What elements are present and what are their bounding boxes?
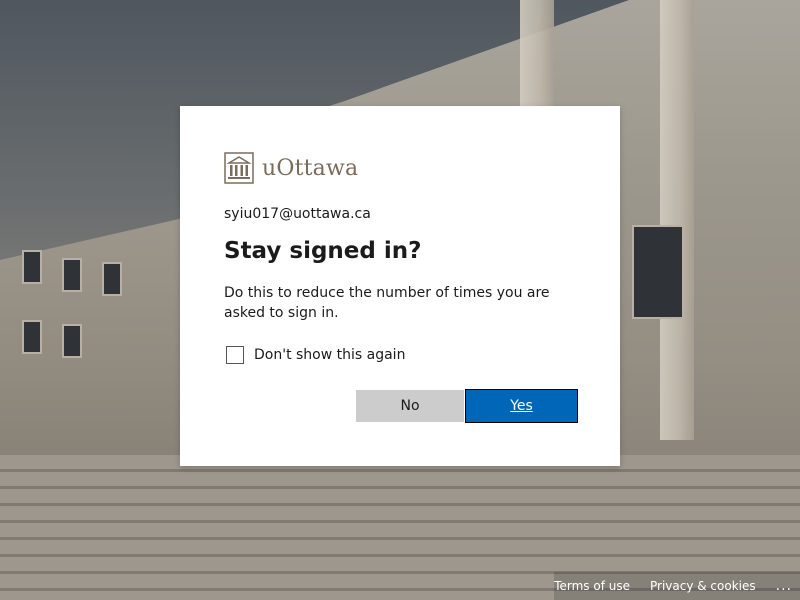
- ellipsis-icon[interactable]: ...: [776, 578, 792, 594]
- building-window: [62, 324, 82, 358]
- brand-logo: uOttawa: [224, 152, 358, 184]
- university-building-icon: [224, 152, 254, 184]
- no-button[interactable]: No: [356, 390, 464, 422]
- privacy-cookies-link[interactable]: Privacy & cookies: [650, 579, 756, 593]
- brand-logo-text: uOttawa: [262, 155, 359, 181]
- building-window: [22, 320, 42, 354]
- building-window: [102, 262, 122, 296]
- dont-show-again-option[interactable]: Don't show this again: [226, 346, 405, 364]
- dont-show-again-label[interactable]: Don't show this again: [254, 347, 405, 363]
- page-title: Stay signed in?: [224, 238, 422, 264]
- page-footer: Terms of use Privacy & cookies ...: [554, 572, 800, 600]
- yes-button[interactable]: Yes: [465, 389, 578, 423]
- building-column: [660, 0, 694, 440]
- stay-signed-in-dialog: uOttawa syiu017@uottawa.ca Stay signed i…: [180, 106, 620, 466]
- building-window: [632, 225, 684, 319]
- terms-of-use-link[interactable]: Terms of use: [554, 579, 630, 593]
- prompt-description: Do this to reduce the number of times yo…: [224, 285, 550, 321]
- account-identity: syiu017@uottawa.ca: [224, 206, 371, 222]
- building-window: [62, 258, 82, 292]
- building-window: [22, 250, 42, 284]
- dont-show-again-checkbox[interactable]: [226, 346, 244, 364]
